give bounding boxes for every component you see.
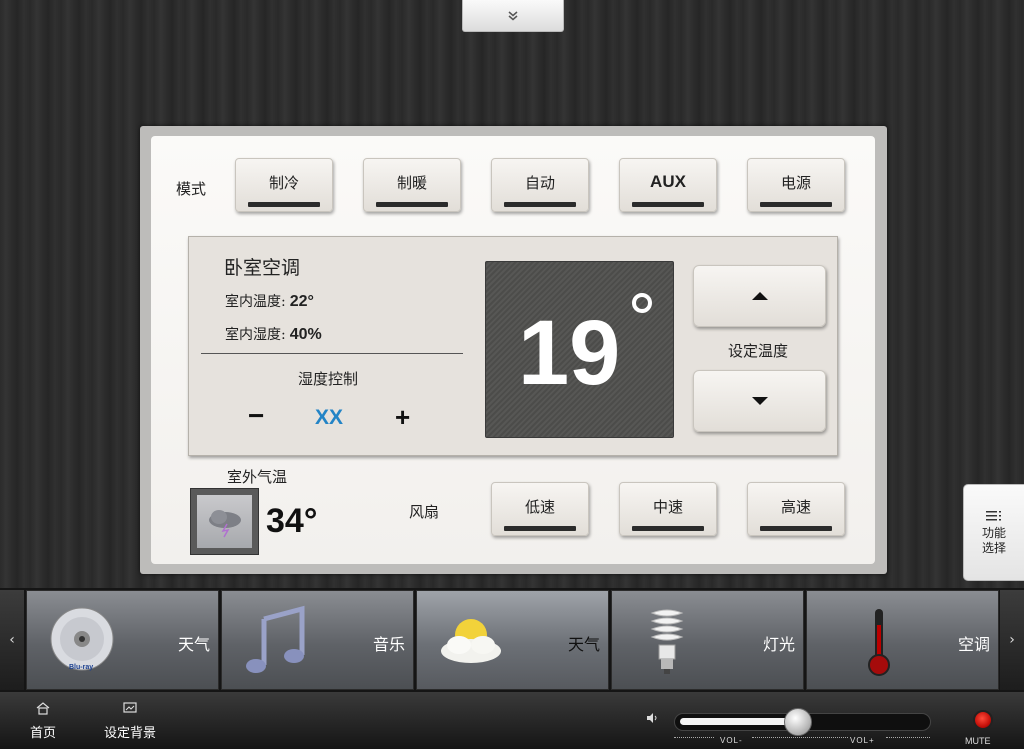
triangle-down-icon bbox=[751, 397, 768, 405]
mode-cool-button[interactable]: 制冷 bbox=[235, 158, 333, 212]
mode-label: 模式 bbox=[176, 180, 207, 198]
music-note-icon bbox=[246, 605, 305, 673]
function-select-line2: 选择 bbox=[981, 540, 1006, 555]
triangle-up-icon bbox=[751, 292, 768, 300]
mode-auto-button[interactable]: 自动 bbox=[491, 158, 589, 212]
fan-high-button[interactable]: 高速 bbox=[747, 482, 845, 536]
fan-label: 风扇 bbox=[409, 503, 440, 521]
chevron-right-icon: › bbox=[1009, 632, 1015, 648]
tile-label: 天气 bbox=[567, 635, 600, 654]
fan-medium-button[interactable]: 中速 bbox=[619, 482, 717, 536]
outdoor-temp-label: 室外气温 bbox=[227, 468, 288, 486]
tile-label: 空调 bbox=[957, 635, 990, 654]
image-settings-icon bbox=[123, 702, 137, 713]
home-icon bbox=[36, 702, 50, 715]
speaker-icon bbox=[646, 713, 658, 726]
tile-label: 灯光 bbox=[762, 635, 795, 654]
humidity-value: XX bbox=[315, 406, 344, 429]
vol-center-dotline bbox=[752, 737, 848, 738]
room-name: 卧室空调 bbox=[224, 257, 301, 279]
menu-list-icon bbox=[986, 510, 1001, 520]
indoor-temp-value: 22° bbox=[289, 293, 314, 310]
vol-plus-dotline bbox=[886, 737, 930, 738]
chevron-left-icon: ‹ bbox=[9, 632, 15, 648]
strip-next-button[interactable]: › bbox=[1000, 590, 1024, 690]
storm-cloud-icon bbox=[197, 495, 252, 548]
humidity-plus-button[interactable]: + bbox=[395, 402, 410, 433]
tile-label: 天气 bbox=[177, 635, 210, 654]
temp-up-button[interactable] bbox=[693, 265, 826, 327]
power-button[interactable]: 电源 bbox=[747, 158, 845, 212]
volume-slider-fill bbox=[680, 718, 798, 725]
double-chevron-down-icon bbox=[508, 10, 518, 20]
tile-lighting[interactable]: 灯光 bbox=[611, 590, 804, 690]
indoor-humidity-label: 室内湿度: bbox=[225, 327, 286, 343]
fan-low-button[interactable]: 低速 bbox=[491, 482, 589, 536]
tile-weather-disc[interactable]: Blu-ray 天气 bbox=[26, 590, 219, 690]
function-select-button[interactable]: 功能 选择 bbox=[963, 484, 1024, 581]
indoor-humidity-value: 40% bbox=[289, 326, 322, 343]
mode-heat-button[interactable]: 制暖 bbox=[363, 158, 461, 212]
temp-down-button[interactable] bbox=[693, 370, 826, 432]
set-background-label: 设定背景 bbox=[104, 726, 157, 741]
vol-minus-dotline bbox=[674, 737, 714, 738]
home-button[interactable]: 首页 bbox=[30, 700, 56, 741]
indoor-humidity-row: 室内湿度: 40% bbox=[225, 324, 322, 344]
vol-plus-label[interactable]: VOL+ bbox=[850, 736, 875, 745]
pull-down-tab[interactable] bbox=[462, 0, 564, 32]
function-select-line1: 功能 bbox=[981, 525, 1006, 540]
degree-symbol bbox=[632, 293, 652, 313]
weather-thumbnail bbox=[190, 488, 259, 555]
mute-label: MUTE bbox=[965, 736, 991, 746]
light-bulb-icon bbox=[650, 609, 684, 674]
vol-minus-label[interactable]: VOL- bbox=[720, 736, 743, 745]
mute-button[interactable] bbox=[973, 710, 993, 730]
tile-label: 音乐 bbox=[372, 635, 405, 654]
outdoor-temperature: 34° bbox=[266, 502, 318, 540]
weather-sun-cloud-icon bbox=[441, 619, 501, 663]
set-background-button[interactable]: 设定背景 bbox=[104, 700, 156, 741]
tile-music[interactable]: 音乐 bbox=[221, 590, 414, 690]
humidity-control-label: 湿度控制 bbox=[298, 370, 359, 388]
svg-text:Blu-ray: Blu-ray bbox=[69, 664, 93, 671]
strip-prev-button[interactable]: ‹ bbox=[0, 590, 24, 690]
thermometer-icon bbox=[868, 609, 890, 676]
mode-aux-button[interactable]: AUX bbox=[619, 158, 717, 212]
setpoint-temperature: 19 bbox=[518, 302, 621, 404]
humidity-minus-button[interactable]: − bbox=[248, 400, 264, 432]
volume-slider-handle[interactable] bbox=[784, 708, 812, 736]
home-label: 首页 bbox=[30, 726, 57, 741]
tile-weather[interactable]: 天气 bbox=[416, 590, 609, 690]
tile-air-conditioner[interactable]: 空调 bbox=[806, 590, 999, 690]
set-temperature-label: 设定温度 bbox=[728, 342, 789, 360]
bluray-disc-icon: Blu-ray bbox=[50, 607, 114, 671]
indoor-temp-row: 室内温度: 22° bbox=[225, 291, 314, 311]
divider bbox=[201, 353, 463, 354]
indoor-temp-label: 室内温度: bbox=[225, 294, 286, 310]
